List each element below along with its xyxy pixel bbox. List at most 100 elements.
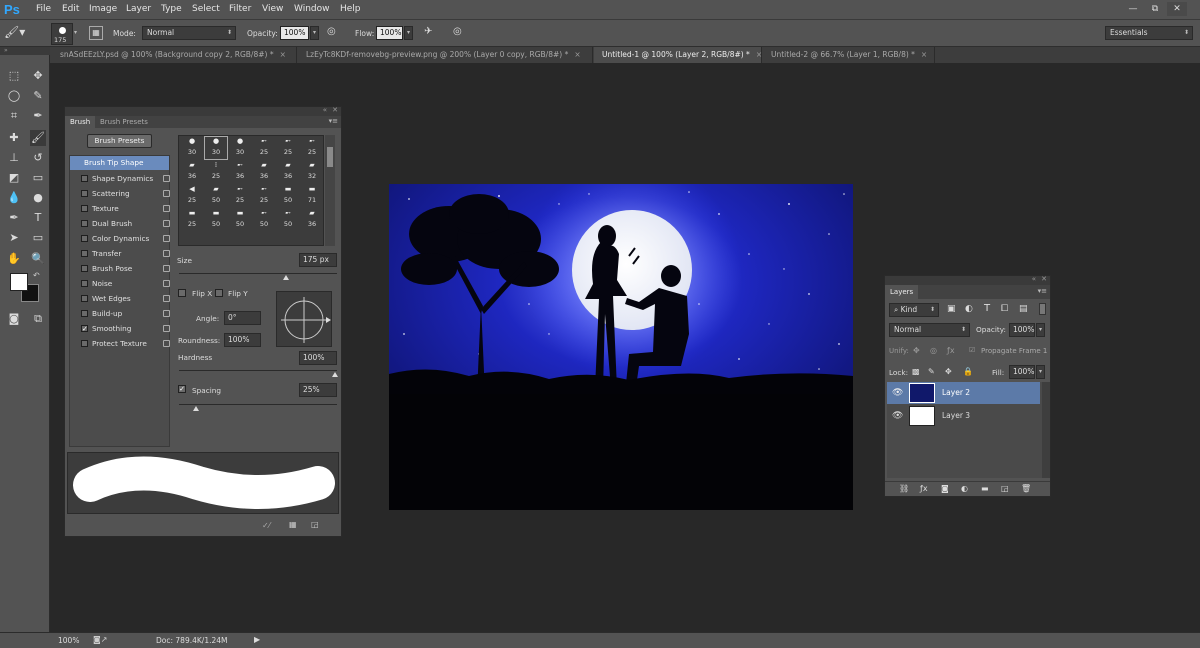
propagate-checkbox[interactable]: ☑ bbox=[969, 346, 975, 354]
brush-tip-thumbnail-icon[interactable]: ➸ bbox=[276, 137, 300, 145]
chevron-down-icon[interactable]: ▾ bbox=[74, 29, 77, 36]
collapse-icon[interactable]: « bbox=[1032, 275, 1036, 283]
brush-tip-thumbnail-icon[interactable]: ⁞ bbox=[204, 161, 228, 169]
brush-option-item[interactable]: Brush Pose bbox=[74, 261, 174, 276]
gradient-tool-icon[interactable]: ▭ bbox=[30, 170, 46, 186]
pressure-opacity-icon[interactable]: ◎ bbox=[327, 26, 343, 41]
pressure-size-icon[interactable]: ◎ bbox=[453, 26, 469, 41]
trash-icon[interactable]: 🗑 bbox=[1021, 484, 1031, 493]
menu-select[interactable]: Select bbox=[192, 4, 220, 14]
hardness-slider-knob[interactable] bbox=[332, 372, 338, 377]
dodge-tool-icon[interactable]: ● bbox=[30, 190, 46, 206]
blend-mode-select[interactable]: Normal ⬍ bbox=[889, 323, 970, 337]
hand-tool-icon[interactable]: ✋ bbox=[6, 251, 22, 267]
eyedropper-tool-icon[interactable]: ✒ bbox=[30, 108, 46, 124]
close-icon[interactable]: ✕ bbox=[1041, 275, 1047, 283]
menu-type[interactable]: Type bbox=[161, 4, 182, 14]
filter-type-icon[interactable]: T bbox=[984, 303, 990, 314]
brush-tip-thumbnail-icon[interactable]: ▰ bbox=[204, 185, 228, 193]
crop-tool-icon[interactable]: ⌗ bbox=[6, 108, 22, 124]
menu-file[interactable]: File bbox=[36, 4, 51, 14]
brush-option-checkbox[interactable]: ✓ bbox=[81, 325, 88, 333]
menu-view[interactable]: View bbox=[262, 4, 283, 14]
brush-tip-thumbnail-icon[interactable]: ▰ bbox=[276, 161, 300, 169]
lock-icon[interactable] bbox=[163, 250, 170, 257]
new-layer-icon[interactable]: ◲ bbox=[1001, 484, 1009, 493]
brush-option-item[interactable]: Transfer bbox=[74, 246, 174, 261]
clone-stamp-icon[interactable]: ⊥ bbox=[6, 150, 22, 166]
brush-option-item[interactable]: Color Dynamics bbox=[74, 231, 174, 246]
brush-option-checkbox[interactable] bbox=[81, 190, 88, 197]
filter-pixel-icon[interactable]: ▣ bbox=[947, 304, 956, 314]
brush-tip-thumbnail-icon[interactable]: ➸ bbox=[228, 161, 252, 169]
brush-tip-thumbnail-icon[interactable]: ● bbox=[180, 137, 204, 145]
brush-tip-thumbnail-icon[interactable]: ▬ bbox=[228, 209, 252, 217]
lock-icon[interactable] bbox=[163, 325, 170, 332]
brush-tip-thumbnail-icon[interactable]: ➸ bbox=[300, 137, 323, 145]
brush-tip-thumbnail-icon[interactable]: ➸ bbox=[228, 185, 252, 193]
shape-tool-icon[interactable]: ▭ bbox=[30, 230, 46, 246]
lock-icon[interactable] bbox=[163, 190, 170, 197]
brush-tip-thumbnail-icon[interactable]: ▰ bbox=[300, 161, 323, 169]
unify-style-icon[interactable]: ƒx bbox=[947, 346, 955, 355]
flip-y-checkbox[interactable] bbox=[215, 289, 223, 297]
menu-help[interactable]: Help bbox=[340, 4, 361, 14]
brush-tool-icon[interactable]: 🖌 bbox=[30, 130, 46, 146]
folder-icon[interactable]: ▬ bbox=[981, 484, 989, 493]
panel-menu-icon[interactable]: ▾≡ bbox=[329, 117, 338, 125]
history-brush-icon[interactable]: ↺ bbox=[30, 150, 46, 166]
brush-option-checkbox[interactable] bbox=[81, 265, 88, 272]
doc-tab[interactable]: LzEyTc8KDf-removebg-preview.png @ 200% (… bbox=[298, 47, 593, 63]
swap-colors-icon[interactable]: ↶ bbox=[33, 271, 40, 280]
filter-toggle[interactable] bbox=[1039, 303, 1046, 315]
opacity-input[interactable]: 100% bbox=[280, 26, 309, 40]
brush-option-item[interactable]: Texture bbox=[74, 201, 174, 216]
menu-image[interactable]: Image bbox=[89, 4, 117, 14]
layer-row-selected[interactable]: 👁 Layer 2 bbox=[887, 382, 1040, 404]
minimize-button[interactable]: — bbox=[1123, 2, 1143, 16]
close-icon[interactable]: × bbox=[574, 50, 580, 59]
brush-tip-thumbnail-icon[interactable]: ➸ bbox=[252, 209, 276, 217]
spacing-slider[interactable] bbox=[179, 404, 337, 405]
airbrush-icon[interactable]: ✈ bbox=[424, 26, 440, 41]
eraser-tool-icon[interactable]: ◩ bbox=[6, 170, 22, 186]
filter-kind-select[interactable]: ⌕ Kind ⬍ bbox=[889, 303, 939, 317]
lock-position-icon[interactable]: ✥ bbox=[945, 367, 952, 376]
menu-filter[interactable]: Filter bbox=[229, 4, 251, 14]
brush-option-checkbox[interactable] bbox=[81, 295, 88, 302]
brush-tip-thumbnail-icon[interactable]: ◀ bbox=[180, 185, 204, 193]
lock-image-icon[interactable]: ✎ bbox=[928, 367, 935, 376]
layer-opacity-dropdown[interactable]: ▾ bbox=[1036, 323, 1045, 337]
collapse-icon[interactable]: « bbox=[323, 106, 327, 114]
tip-grid-scrollbar[interactable] bbox=[325, 135, 335, 246]
fx-icon[interactable]: ƒx bbox=[920, 484, 928, 493]
angle-input[interactable]: 0° bbox=[224, 311, 261, 325]
lock-all-icon[interactable]: 🔒 bbox=[963, 367, 973, 376]
brush-option-item[interactable]: ✓ Smoothing bbox=[74, 321, 174, 336]
brush-angle-preview[interactable] bbox=[276, 291, 332, 347]
brush-option-item[interactable]: Shape Dynamics bbox=[74, 171, 174, 186]
brush-tip-grid[interactable]: ● 30 ● 30 ● 30 ➸ 25 ➸ 25 ➸ 25 ▰ 36 ⁞ 25 ➸ 36 ▰ 36 ▰ 36 ▰ 32 ◀ 25 ▰… bbox=[178, 135, 324, 246]
brush-option-checkbox[interactable] bbox=[81, 235, 88, 242]
lock-icon[interactable] bbox=[163, 175, 170, 182]
move-tool-icon[interactable]: ✥ bbox=[30, 68, 46, 84]
brush-tip-thumbnail-icon[interactable]: ▰ bbox=[300, 209, 323, 217]
brush-tip-thumbnail-icon[interactable]: ➸ bbox=[276, 209, 300, 217]
type-tool-icon[interactable]: T bbox=[30, 210, 46, 226]
layer-name[interactable]: Layer 3 bbox=[942, 405, 970, 427]
unify-position-icon[interactable]: ✥ bbox=[913, 346, 920, 355]
close-icon[interactable]: ✕ bbox=[332, 106, 338, 114]
marquee-tool-icon[interactable]: ⬚ bbox=[6, 68, 22, 84]
menu-layer[interactable]: Layer bbox=[126, 4, 151, 14]
eye-icon[interactable]: 👁 bbox=[892, 382, 903, 404]
close-icon[interactable]: × bbox=[756, 50, 762, 59]
screen-mode-icon[interactable]: ⧉ bbox=[30, 311, 46, 327]
new-preset-icon[interactable]: ◲ bbox=[311, 520, 319, 529]
spacing-checkbox[interactable]: ✓ bbox=[178, 385, 186, 393]
flow-input[interactable]: 100% bbox=[376, 26, 403, 40]
menu-edit[interactable]: Edit bbox=[62, 4, 79, 14]
workspace-select[interactable]: Essentials ⬍ bbox=[1105, 26, 1193, 40]
filter-adjustment-icon[interactable]: ◐ bbox=[965, 304, 973, 314]
doc-tab-active[interactable]: Untitled-1 @ 100% (Layer 2, RGB/8#) * × bbox=[594, 47, 762, 63]
size-slider[interactable] bbox=[179, 273, 337, 274]
